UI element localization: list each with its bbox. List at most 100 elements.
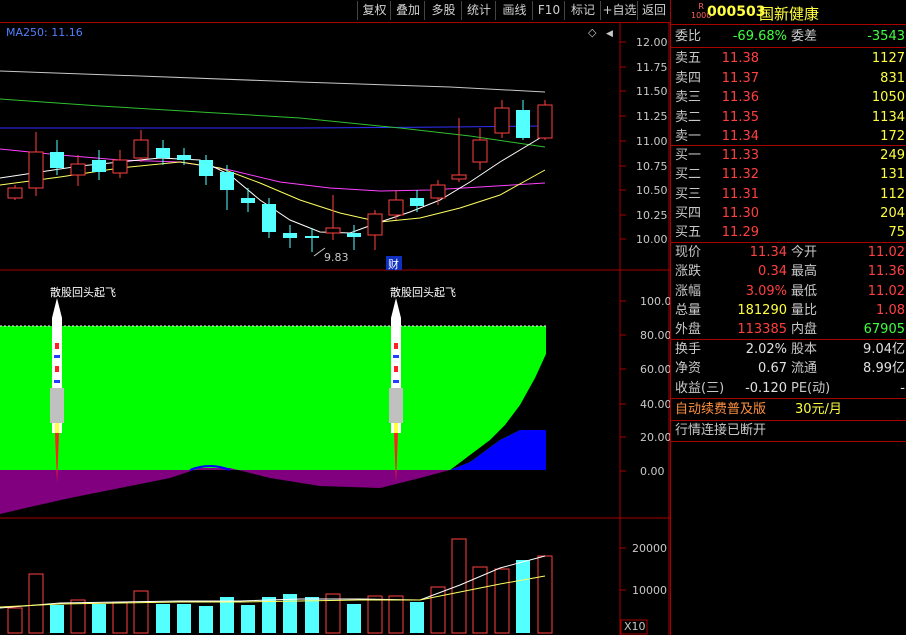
toolbar-button-4[interactable]: 画线 (495, 1, 533, 20)
stat-row: 外盘 113385 内盘 67905 (671, 320, 906, 339)
kline-y-tick: 11.50 (636, 85, 668, 98)
ask-label: 卖五 (675, 51, 702, 66)
bid-volume: 75 (888, 225, 905, 241)
volume-bar (410, 602, 424, 633)
volume-bar (133, 590, 149, 634)
stat-row: 现价 11.34 今开 11.02 (671, 243, 906, 262)
stat2-row: 收益(三) -0.120 PE(动) - (671, 379, 906, 398)
stat2-row: 净资 0.67 流通 8.99亿 (671, 359, 906, 378)
diamond-icon[interactable]: ◇ (588, 26, 597, 39)
stock-name[interactable]: 国新健康 (759, 3, 819, 24)
weibi-row: 委比 -69.68% 委差 -3543 (671, 27, 906, 46)
candle-body (177, 155, 191, 160)
candle-body (283, 233, 297, 238)
indicator-panel[interactable]: 100.0 80.00 60.00 40.00 20.00 0.00 散股回头起飞 散股回… (0, 285, 670, 514)
stat-value: - (900, 380, 905, 396)
toolbar-button-1[interactable]: 叠加 (390, 1, 425, 20)
kline-y-tick: 10.25 (636, 209, 668, 222)
indicator-green-area (0, 326, 546, 470)
volume-bar (325, 593, 341, 634)
toolbar-button-5[interactable]: F10 (532, 1, 565, 20)
dropdown-triangle-icon[interactable]: ◀ (606, 29, 613, 39)
stat-label: 量比 (791, 302, 818, 318)
candle-body (367, 213, 383, 236)
toolbar-button-7[interactable]: +自选 (600, 1, 638, 20)
ask-row: 卖二 11.35 1134 (671, 108, 906, 127)
ask-row: 卖三 11.36 1050 (671, 88, 906, 107)
ask-row: 卖一 11.34 172 (671, 127, 906, 146)
stat-value: 9.04亿 (863, 342, 905, 357)
bid-price: 11.30 (721, 205, 759, 221)
finance-tag[interactable]: 财 (388, 257, 399, 271)
volume-bar (70, 599, 86, 634)
toolbar-button-0[interactable]: 复权 (357, 1, 391, 20)
chart-canvas[interactable]: MA250: 11.16 ◇ ◀ 12.00 11.75 11.50 11.25 11.… (0, 0, 670, 635)
signal-text-1: 散股回头起飞 (50, 285, 116, 299)
candle-body (537, 104, 553, 139)
stat-label: 最高 (791, 264, 818, 280)
bid-price: 11.31 (721, 186, 759, 202)
volume-panel[interactable]: 20000 10000 X10 (0, 538, 667, 635)
stat-value: 11.02 (867, 283, 905, 299)
candle-body (70, 163, 86, 176)
volume-bar (177, 604, 191, 633)
ask-price: 11.35 (721, 109, 759, 125)
stat-row: 涨幅 3.09% 最低 11.02 (671, 282, 906, 301)
stat-label: 换手 (675, 342, 702, 357)
volume-bar (347, 604, 361, 633)
promo-row[interactable]: 自动续费普及版 30元/月 (671, 400, 906, 419)
kline-y-tick: 11.75 (636, 61, 668, 74)
ask-label: 卖四 (675, 70, 702, 86)
stat-value: -0.120 (745, 380, 787, 396)
ma-label: MA250: 11.16 (6, 26, 83, 39)
ask-price: 11.38 (721, 51, 759, 66)
stat-value: 0.34 (758, 264, 787, 280)
toolbar-button-8[interactable]: 返回 (637, 1, 670, 20)
kline-y-tick: 10.50 (636, 184, 668, 197)
toolbar-button-6[interactable]: 标记 (564, 1, 601, 20)
volume-bar (494, 568, 510, 634)
promo-text[interactable]: 自动续费普及版 (675, 400, 766, 419)
toolbar-button-3[interactable]: 统计 (461, 1, 496, 20)
stat2-row: 换手 2.02% 股本 9.04亿 (671, 340, 906, 359)
candle-body (199, 160, 213, 176)
bid-price: 11.29 (721, 225, 759, 241)
volume-bar (367, 595, 383, 634)
stat-label: 内盘 (791, 322, 818, 338)
candle-body (410, 198, 424, 206)
weibi-label: 委比 (675, 29, 702, 44)
ask-volume: 1134 (871, 109, 905, 125)
candle-body (325, 227, 341, 234)
stat-label: 今开 (791, 245, 818, 260)
volume-bar (388, 595, 404, 634)
bid-row: 买一 11.33 249 (671, 146, 906, 165)
indicator-y-tick: 80.00 (640, 329, 670, 342)
candle-body (92, 160, 106, 172)
candle-body (50, 152, 64, 168)
candle-body (7, 187, 23, 199)
ask-label: 卖二 (675, 109, 702, 125)
candle-body (347, 233, 361, 237)
stat-value: 67905 (863, 322, 905, 338)
kline-panel[interactable]: MA250: 11.16 ◇ ◀ 12.00 11.75 11.50 11.25 11.… (0, 26, 668, 271)
kline-y-tick: 10.75 (636, 160, 668, 173)
volume-bar (516, 560, 530, 633)
volume-bar (262, 597, 276, 633)
volume-bar (28, 573, 44, 634)
candle-body (262, 204, 276, 232)
stat-row: 涨跌 0.34 最高 11.36 (671, 262, 906, 281)
ask-volume: 1050 (871, 90, 905, 105)
volume-bar (112, 601, 128, 634)
promo-price[interactable]: 30元/月 (795, 400, 842, 419)
indicator-y-tick: 0.00 (640, 465, 665, 478)
stat-label: 股本 (791, 342, 818, 357)
stock-code[interactable]: 000503 (707, 4, 765, 20)
indicator-y-tick: 100.0 (640, 295, 670, 308)
stat-value: 3.09% (745, 283, 787, 299)
stat-label: 现价 (675, 245, 702, 260)
toolbar-button-2[interactable]: 多股 (424, 1, 462, 20)
weibi-value: -69.68% (732, 29, 787, 44)
ask-volume: 831 (880, 70, 905, 86)
ask-label: 卖一 (675, 129, 702, 144)
connection-status-row: 行情连接已断开 (671, 421, 906, 440)
